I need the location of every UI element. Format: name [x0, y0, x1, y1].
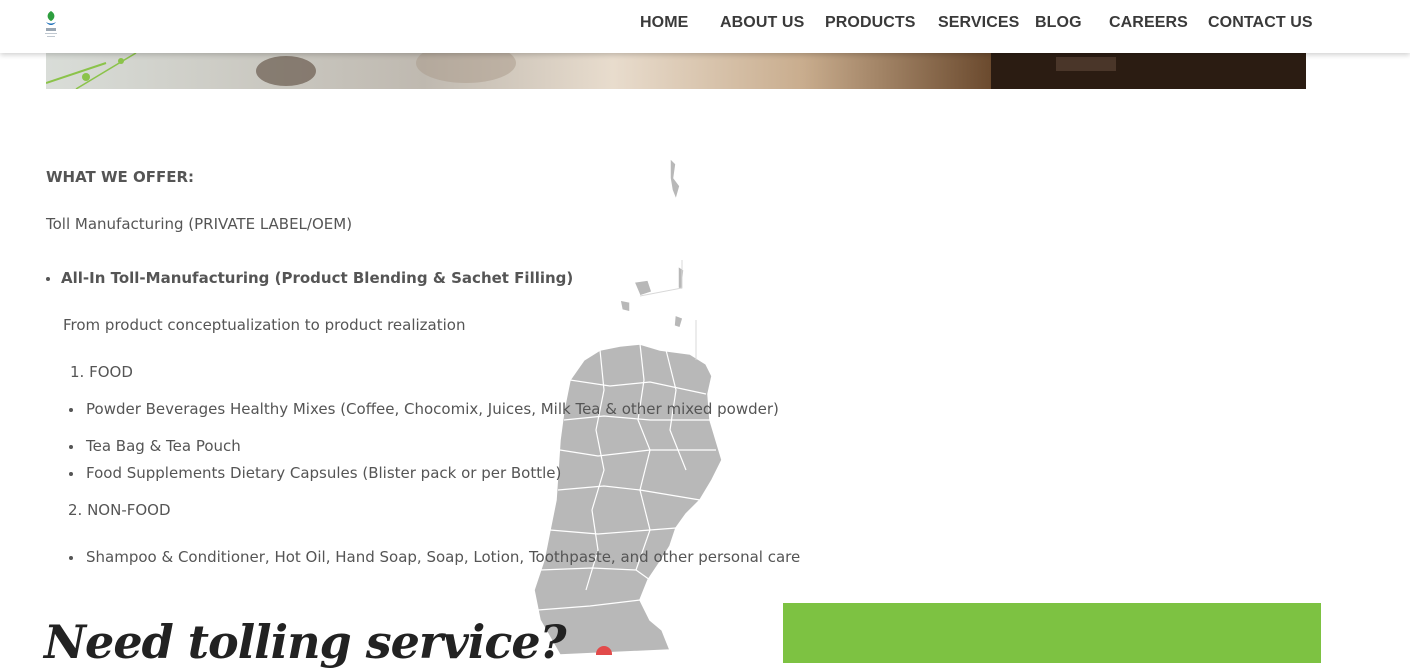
nav-blog[interactable]: BLOG: [1035, 14, 1082, 32]
nav-home[interactable]: HOME: [640, 14, 688, 32]
main-service-bullet: All-In Toll-Manufacturing (Product Blend…: [61, 269, 574, 287]
list-item: Tea Bag & Tea Pouch: [86, 437, 241, 455]
food-category-label: 1. FOOD: [70, 363, 133, 381]
service-tagline: From product conceptualization to produc…: [63, 316, 466, 334]
site-header: HOME ABOUT US PRODUCTS SERVICES BLOG CAR…: [0, 0, 1410, 53]
list-item: Shampoo & Conditioner, Hot Oil, Hand Soa…: [86, 548, 801, 566]
bullet-icon: [69, 472, 73, 476]
nav-careers[interactable]: CAREERS: [1109, 14, 1188, 32]
bullet-icon: [69, 408, 73, 412]
nav-contact-us[interactable]: CONTACT US: [1208, 14, 1313, 32]
bullet-icon: [69, 556, 73, 560]
nonfood-category-label: 2. NON-FOOD: [68, 501, 171, 519]
section-subtitle: Toll Manufacturing (PRIVATE LABEL/OEM): [46, 215, 353, 233]
bullet-icon: [46, 277, 50, 281]
cta-heading: Need tolling service?: [44, 615, 567, 669]
list-item: Powder Beverages Healthy Mixes (Coffee, …: [86, 400, 779, 418]
hero-banner-image: [46, 53, 1306, 89]
company-logo-icon[interactable]: [43, 10, 59, 40]
list-item: Food Supplements Dietary Capsules (Blist…: [86, 464, 562, 482]
nav-about-us[interactable]: ABOUT US: [720, 14, 804, 32]
section-heading: WHAT WE OFFER:: [46, 168, 195, 186]
nav-services[interactable]: SERVICES: [938, 14, 1019, 32]
bullet-icon: [69, 445, 73, 449]
nav-products[interactable]: PRODUCTS: [825, 14, 916, 32]
contact-panel: [783, 603, 1321, 663]
